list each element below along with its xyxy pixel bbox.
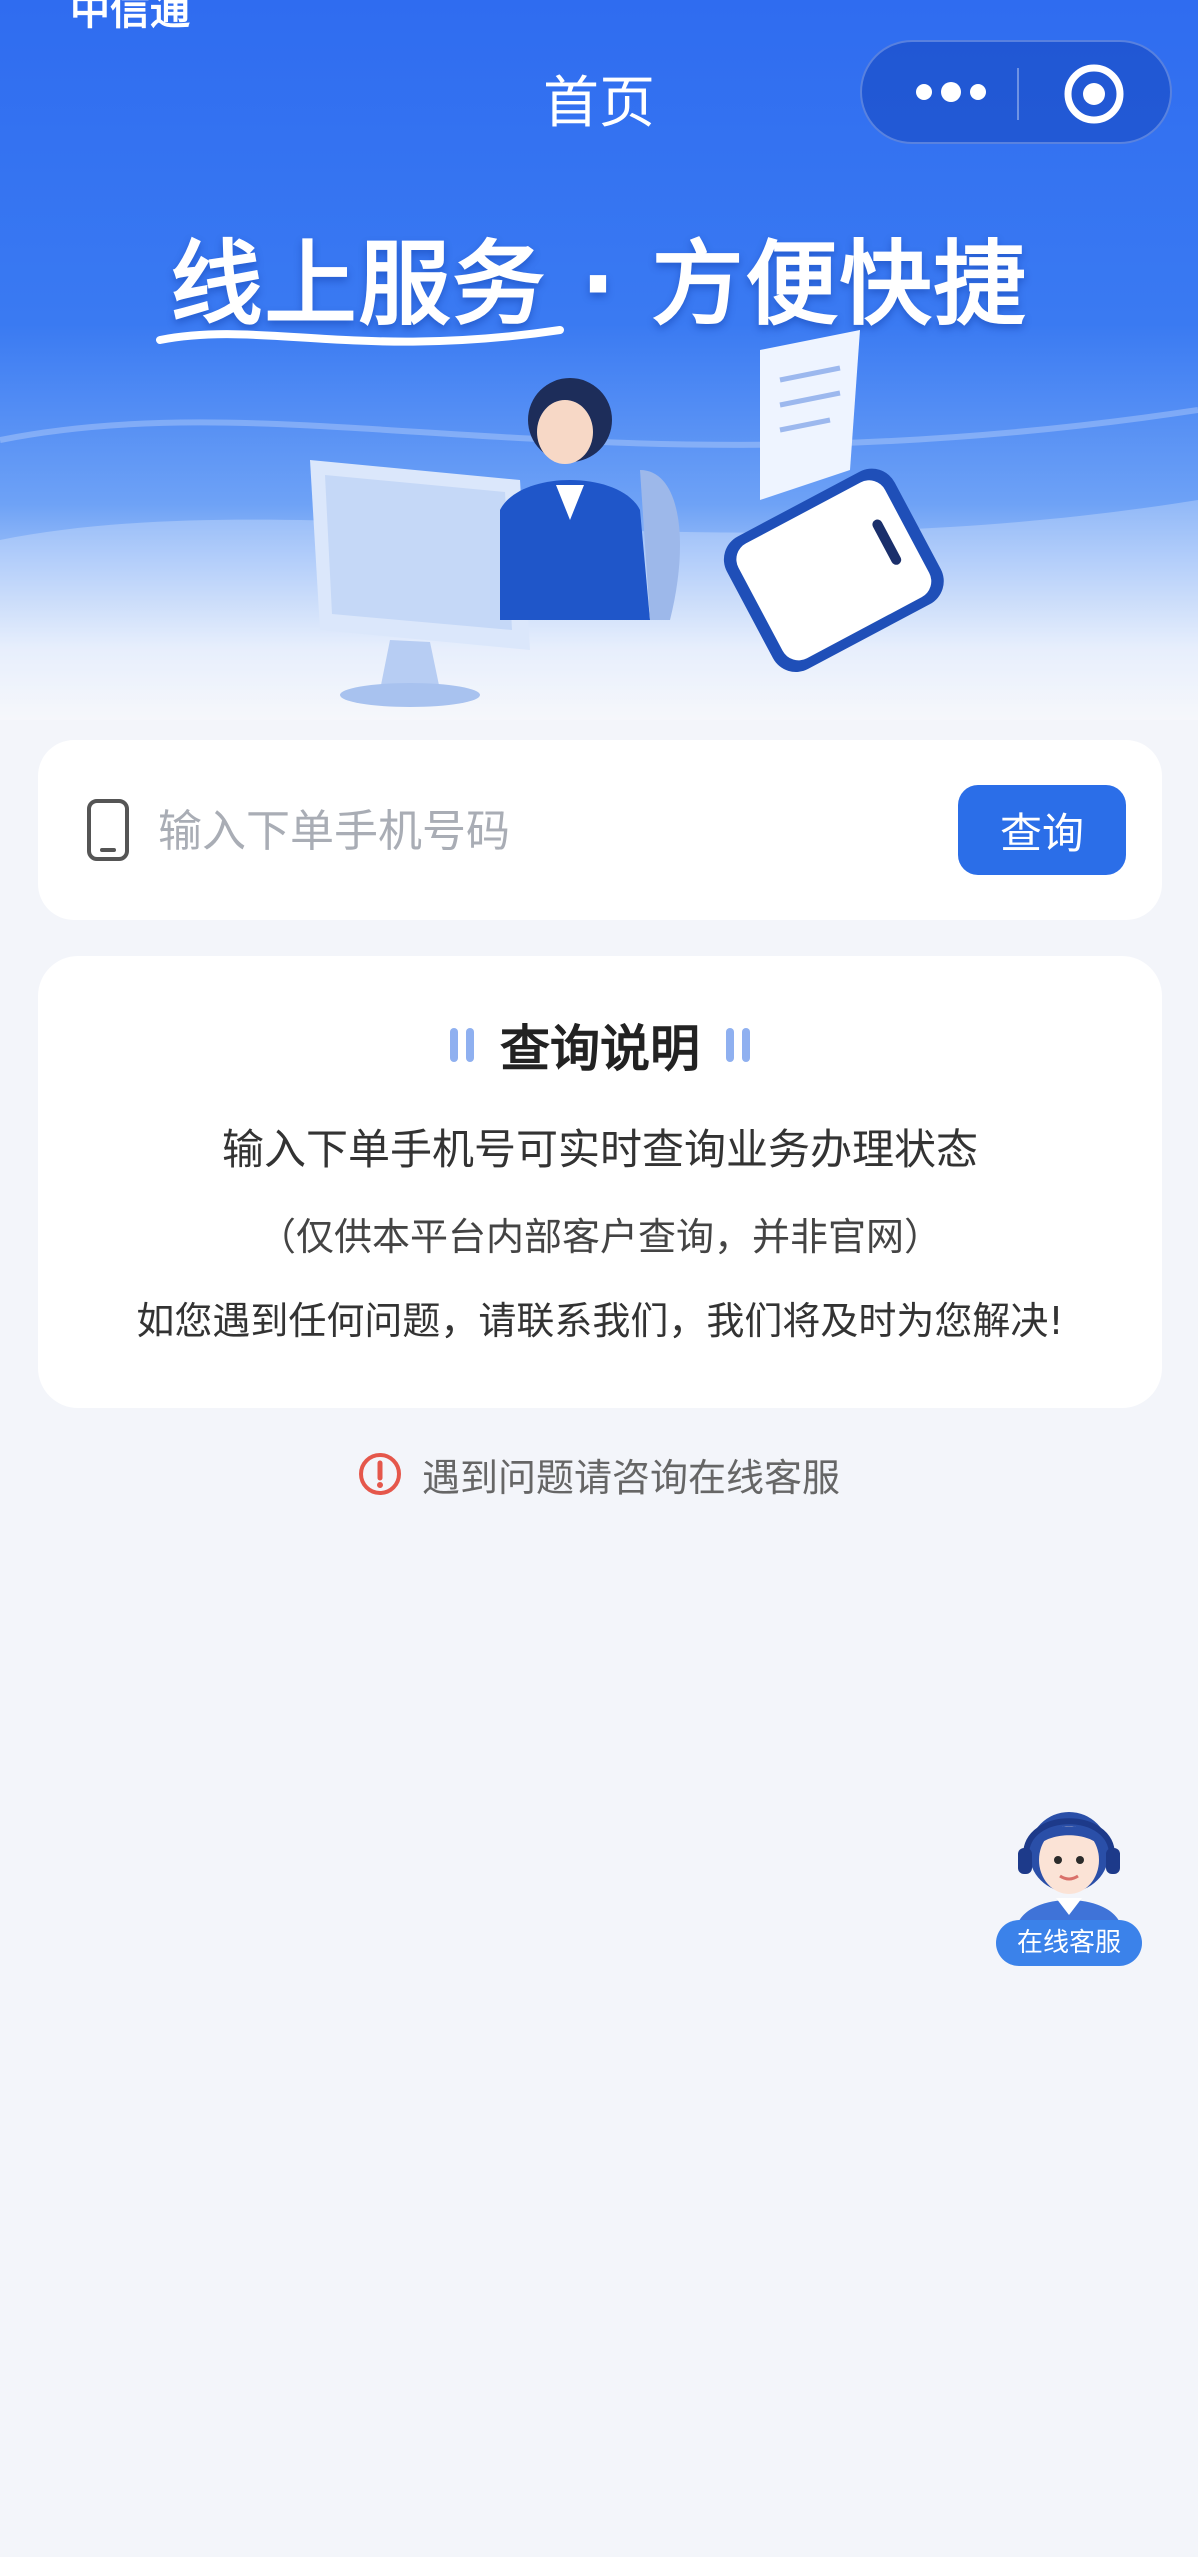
- capsule-divider: [1017, 68, 1019, 120]
- instructions-main-text: 输入下单手机号可实时查询业务办理状态: [221, 1125, 978, 1174]
- instructions-contact-text: 如您遇到任何问题，请联系我们，我们将及时为您解决!: [136, 1299, 1064, 1343]
- query-button[interactable]: 查询: [958, 785, 1126, 875]
- instructions-disclaimer: （仅供本平台内部客户查询，并非官网）: [257, 1215, 942, 1259]
- decorative-bars-left: [450, 1028, 474, 1062]
- status-bar-text: 中信通: [70, 0, 190, 34]
- mobile-phone-icon: [87, 799, 129, 861]
- online-customer-service-button[interactable]: 在线客服: [996, 1790, 1142, 1970]
- hero-banner: 中信通 首页 线上服务 · 方便快捷: [0, 0, 1198, 720]
- instructions-title: 查询说明: [500, 1020, 700, 1078]
- mini-program-capsule: [860, 40, 1172, 144]
- service-illustration: [0, 326, 1198, 720]
- help-tip: 遇到问题请咨询在线客服: [0, 1444, 1198, 1504]
- instructions-card: 查询说明 输入下单手机号可实时查询业务办理状态 （仅供本平台内部客户查询，并非官…: [38, 956, 1162, 1408]
- decorative-bars-right: [726, 1028, 750, 1062]
- customer-service-label: 在线客服: [996, 1920, 1142, 1966]
- customer-service-agent-icon: [1016, 1812, 1122, 1930]
- close-miniprogram-icon[interactable]: [1062, 62, 1126, 126]
- help-tip-text: 遇到问题请咨询在线客服: [421, 1455, 840, 1500]
- instructions-title-row: 查询说明: [38, 1010, 1162, 1080]
- warning-icon: [358, 1453, 401, 1495]
- phone-number-input[interactable]: [156, 790, 960, 872]
- search-card: 查询: [38, 740, 1162, 920]
- more-options-icon[interactable]: [906, 62, 996, 122]
